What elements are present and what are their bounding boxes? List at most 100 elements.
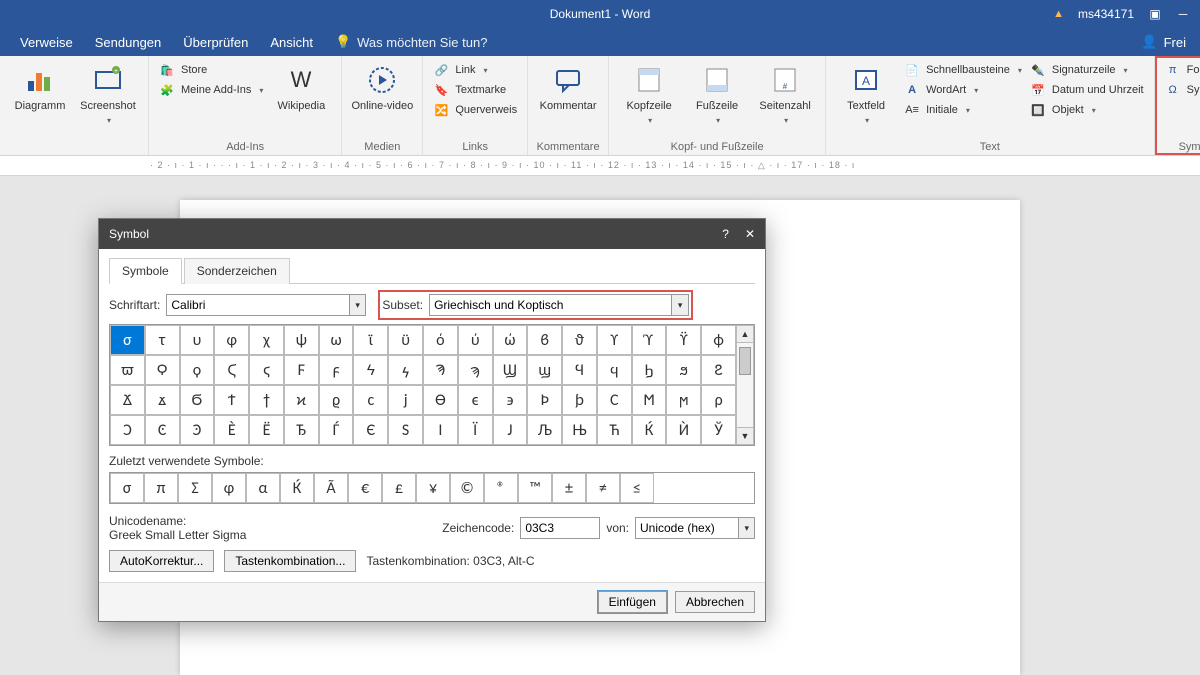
symbol-cell[interactable]: ύ: [458, 325, 493, 355]
tab-ueberpruefen[interactable]: Überprüfen: [183, 35, 248, 50]
symbol-cell[interactable]: ϶: [493, 385, 528, 415]
symbol-cell[interactable]: τ: [145, 325, 180, 355]
pagenum-button[interactable]: #Seitenzahl▾: [751, 60, 819, 129]
symbol-cell[interactable]: ϝ: [319, 355, 354, 385]
symbol-cell[interactable]: Ѕ: [388, 415, 423, 445]
bookmark-button[interactable]: 🔖Textmarke: [433, 82, 517, 98]
tab-verweise[interactable]: Verweise: [20, 35, 73, 50]
symbol-cell[interactable]: Ї: [458, 415, 493, 445]
tab-symbole[interactable]: Symbole: [109, 258, 182, 284]
symbol-cell[interactable]: ϴ: [423, 385, 458, 415]
recent-symbol-cell[interactable]: Σ: [178, 473, 212, 503]
symbol-cell[interactable]: ϼ: [701, 385, 736, 415]
object-button[interactable]: 🔲Objekt▾: [1030, 102, 1144, 118]
chevron-down-icon[interactable]: ▾: [671, 295, 688, 315]
symbol-cell[interactable]: ψ: [284, 325, 319, 355]
recent-symbol-cell[interactable]: ®: [484, 473, 518, 503]
scroll-down-icon[interactable]: ▼: [736, 427, 754, 445]
symbol-cell[interactable]: Ϡ: [423, 355, 458, 385]
recent-symbol-cell[interactable]: Ќ: [280, 473, 314, 503]
chart-button[interactable]: Diagramm: [6, 60, 74, 116]
symbol-cell[interactable]: Ў: [701, 415, 736, 445]
recent-symbol-cell[interactable]: ≤: [620, 473, 654, 503]
symbol-cell[interactable]: Ѓ: [319, 415, 354, 445]
symbol-cell[interactable]: Ϸ: [527, 385, 562, 415]
symbol-cell[interactable]: Ј: [493, 415, 528, 445]
shortcut-button[interactable]: Tastenkombination...: [224, 550, 356, 572]
symbol-cell[interactable]: ω: [319, 325, 354, 355]
symbol-cell[interactable]: Ϧ: [632, 355, 667, 385]
symbol-cell[interactable]: ϛ: [249, 355, 284, 385]
font-input[interactable]: [167, 295, 348, 315]
store-button[interactable]: 🛍️Store: [159, 62, 263, 78]
subset-combo[interactable]: ▾: [429, 294, 689, 316]
tab-sendungen[interactable]: Sendungen: [95, 35, 162, 50]
recent-symbol-cell[interactable]: ™: [518, 473, 552, 503]
symbol-cell[interactable]: Ё: [249, 415, 284, 445]
from-combo[interactable]: ▾: [635, 517, 755, 539]
link-button[interactable]: 🔗Link▾: [433, 62, 517, 78]
symbol-cell[interactable]: ϸ: [562, 385, 597, 415]
symbol-cell[interactable]: Ќ: [632, 415, 667, 445]
sigline-button[interactable]: ✒️Signaturzeile▾: [1030, 62, 1144, 78]
symbol-cell[interactable]: ώ: [493, 325, 528, 355]
symbol-cell[interactable]: Ͼ: [145, 415, 180, 445]
header-button[interactable]: Kopfzeile▾: [615, 60, 683, 129]
symbol-cell[interactable]: ϔ: [666, 325, 701, 355]
symbol-cell[interactable]: Ϲ: [597, 385, 632, 415]
scroll-thumb[interactable]: [739, 347, 751, 375]
wikipedia-button[interactable]: W Wikipedia: [267, 60, 335, 116]
online-video-button[interactable]: Online-video: [348, 60, 416, 116]
recent-symbol-cell[interactable]: ¥: [416, 473, 450, 503]
recent-symbol-cell[interactable]: ≠: [586, 473, 620, 503]
recent-symbol-cell[interactable]: Ã: [314, 473, 348, 503]
symbol-cell[interactable]: Ѝ: [666, 415, 701, 445]
symbol-cell[interactable]: ϐ: [527, 325, 562, 355]
screenshot-button[interactable]: + Screenshot▾: [74, 60, 142, 129]
tab-sonderzeichen[interactable]: Sonderzeichen: [184, 258, 290, 284]
symbol-cell[interactable]: ό: [423, 325, 458, 355]
recent-symbol-cell[interactable]: £: [382, 473, 416, 503]
symbol-button[interactable]: ΩSymbol▾: [1165, 82, 1200, 98]
symbol-cell[interactable]: Ϛ: [214, 355, 249, 385]
symbol-cell[interactable]: Ϻ: [632, 385, 667, 415]
symbol-cell[interactable]: Ϥ: [562, 355, 597, 385]
symbol-cell[interactable]: Ϩ: [701, 355, 736, 385]
chevron-down-icon[interactable]: ▾: [738, 518, 754, 538]
textbox-button[interactable]: ATextfeld▾: [832, 60, 900, 129]
comment-button[interactable]: Kommentar: [534, 60, 602, 116]
symbol-cell[interactable]: ϊ: [353, 325, 388, 355]
dialog-close-button[interactable]: ✕: [745, 227, 755, 241]
symbol-cell[interactable]: ϲ: [353, 385, 388, 415]
symbol-cell[interactable]: ϻ: [666, 385, 701, 415]
datetime-button[interactable]: 📅Datum und Uhrzeit: [1030, 82, 1144, 98]
symbol-cell[interactable]: φ: [214, 325, 249, 355]
symbol-cell[interactable]: ϳ: [388, 385, 423, 415]
minimize-button[interactable]: ─: [1176, 7, 1190, 21]
symbol-cell[interactable]: Ϣ: [493, 355, 528, 385]
subset-input[interactable]: [430, 295, 671, 315]
symbol-cell[interactable]: Ϙ: [145, 355, 180, 385]
symbol-cell[interactable]: σ: [110, 325, 145, 355]
symbol-cell[interactable]: Ϭ: [180, 385, 215, 415]
symbol-cell[interactable]: Є: [353, 415, 388, 445]
symbol-cell[interactable]: ϣ: [527, 355, 562, 385]
symbol-cell[interactable]: ϵ: [458, 385, 493, 415]
charcode-input-wrap[interactable]: [520, 517, 600, 539]
symbol-cell[interactable]: ϋ: [388, 325, 423, 355]
symbol-cell[interactable]: ϰ: [284, 385, 319, 415]
symbol-cell[interactable]: ϡ: [458, 355, 493, 385]
dropcap-button[interactable]: A≡Initiale▾: [904, 102, 1022, 118]
recent-symbol-cell[interactable]: ©: [450, 473, 484, 503]
insert-button[interactable]: Einfügen: [598, 591, 667, 613]
symbol-cell[interactable]: Ϝ: [284, 355, 319, 385]
symbol-cell[interactable]: ϯ: [249, 385, 284, 415]
symbol-cell[interactable]: ϒ: [597, 325, 632, 355]
symbol-cell[interactable]: Ͻ: [110, 415, 145, 445]
scroll-track[interactable]: [736, 343, 754, 427]
from-input[interactable]: [636, 518, 738, 538]
recent-symbol-cell[interactable]: €: [348, 473, 382, 503]
restore-down-icon[interactable]: ▣: [1148, 7, 1162, 21]
equation-button[interactable]: πFormel▾: [1165, 62, 1200, 78]
symbol-cell[interactable]: Ћ: [597, 415, 632, 445]
